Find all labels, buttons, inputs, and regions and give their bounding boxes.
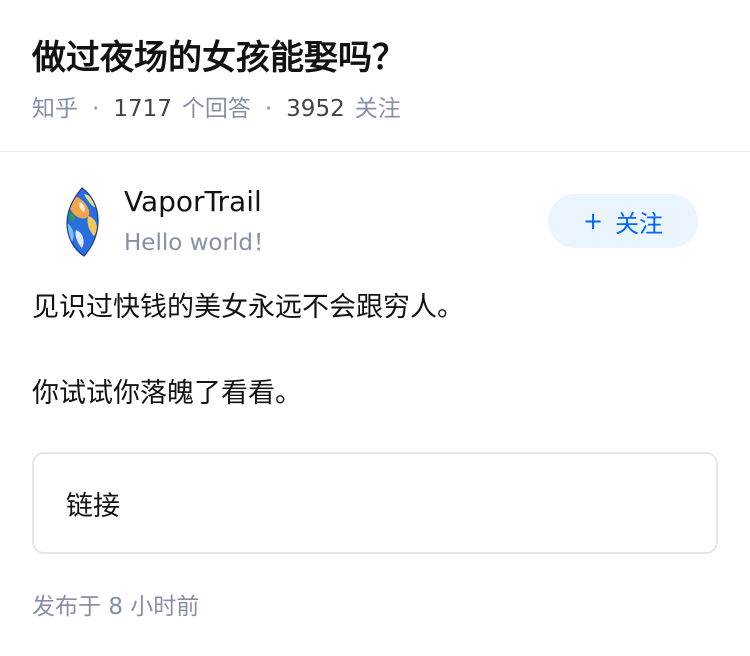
author-bio: Hello world！ [124, 230, 276, 256]
link-card[interactable]: 链接 [32, 452, 718, 554]
answers-label[interactable]: 个回答 [182, 92, 251, 126]
answer-paragraph: 你试试你落魄了看看。 [32, 378, 302, 409]
followers-label[interactable]: 关注 [355, 92, 401, 126]
source-label[interactable]: 知乎 [32, 92, 78, 126]
followers-count: 3952 [286, 96, 345, 122]
publish-label: 发布于 [32, 594, 101, 620]
link-card-label: 链接 [66, 490, 120, 522]
publish-value: 8 小时前 [108, 594, 200, 620]
question-header: 做过夜场的女孩能娶吗？ 知乎 · 1717 个回答 · 3952 关注 [0, 0, 750, 152]
meta-separator: · [92, 96, 100, 122]
follow-button[interactable]: + 关注 [548, 194, 698, 248]
answer-paragraph: 见识过快钱的美女永远不会跟穷人。 [32, 292, 464, 323]
header-divider [0, 151, 750, 152]
question-title[interactable]: 做过夜场的女孩能娶吗？ [32, 34, 406, 82]
meta-separator: · [264, 96, 273, 122]
author-name[interactable]: VaporTrail [124, 182, 262, 222]
answer-body: 见识过快钱的美女永远不会跟穷人。 你试试你落魄了看看。 [32, 286, 718, 416]
globe-leaf-avatar-icon [66, 187, 99, 257]
answers-count: 1717 [113, 96, 172, 122]
publish-time: 发布于 8 小时前 [32, 590, 199, 624]
author-row: VaporTrail Hello world！ + 关注 [0, 170, 750, 270]
plus-icon: + [582, 207, 604, 235]
follow-button-label: 关注 [615, 209, 664, 238]
author-avatar[interactable] [58, 186, 106, 258]
question-meta: 知乎 · 1717 个回答 · 3952 关注 [32, 92, 401, 126]
